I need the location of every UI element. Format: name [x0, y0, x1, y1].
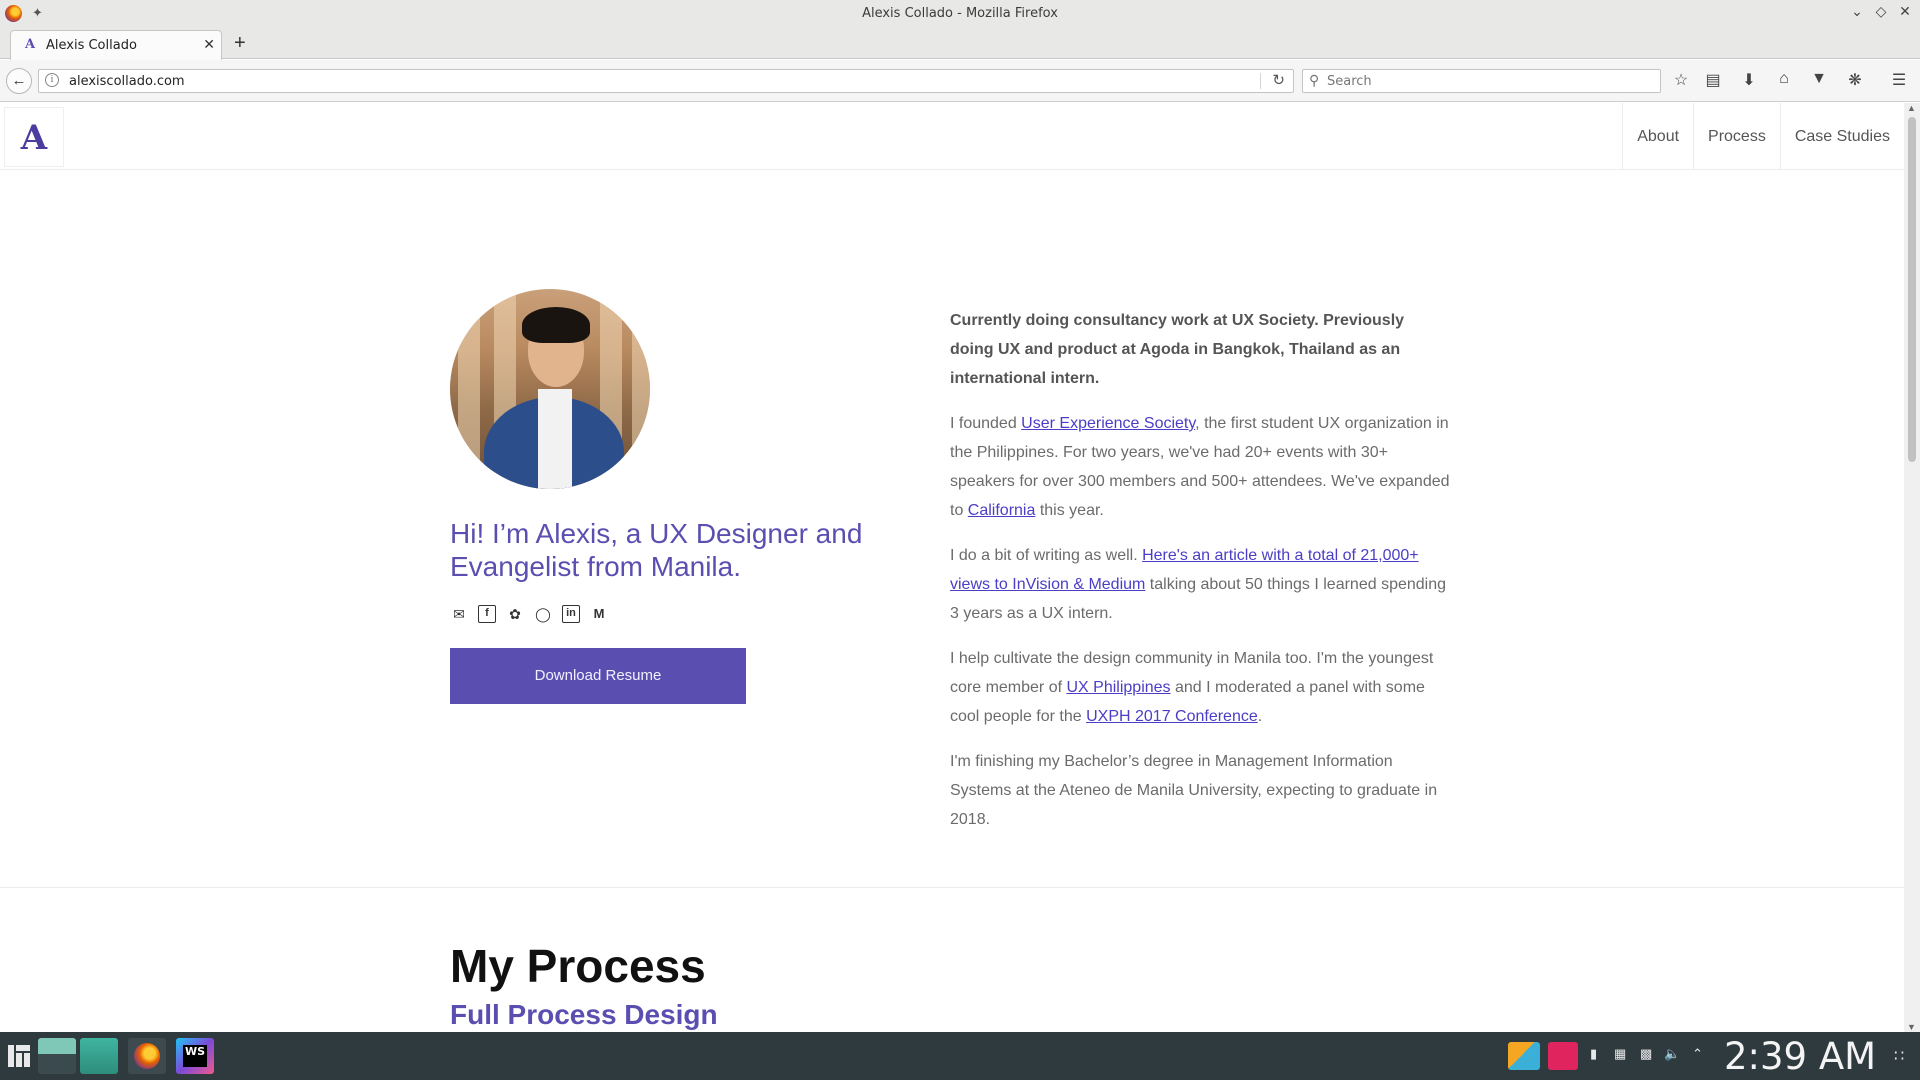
- maximize-icon[interactable]: ◇: [1872, 3, 1890, 20]
- clock[interactable]: 2:39 AM: [1724, 1035, 1876, 1078]
- tab-favicon: A: [25, 37, 36, 52]
- search-placeholder: Search: [1327, 74, 1372, 89]
- dribbble-icon[interactable]: ◯: [534, 605, 552, 623]
- extension-icon[interactable]: ❋: [1844, 70, 1866, 90]
- download-icon[interactable]: ⬇: [1738, 70, 1760, 90]
- tray-bag-icon[interactable]: [1548, 1042, 1578, 1070]
- scrollbar-thumb[interactable]: [1908, 117, 1916, 462]
- url-text[interactable]: alexiscollado.com: [69, 74, 185, 89]
- home-icon[interactable]: ⌂: [1773, 70, 1795, 88]
- window-titlebar: ✦ Alexis Collado - Mozilla Firefox ⌄ ◇ ✕: [0, 0, 1920, 28]
- page-viewport: A About Process Case Studies Hi! I’m Ale…: [0, 103, 1904, 1032]
- app-grid-icon[interactable]: ∷: [1894, 1046, 1904, 1066]
- twitter-icon[interactable]: ✿: [506, 605, 524, 623]
- close-window-icon[interactable]: ✕: [1896, 3, 1914, 20]
- page-scrollbar[interactable]: ▲ ▼: [1904, 103, 1920, 1032]
- webstorm-app-icon[interactable]: WS: [176, 1038, 214, 1074]
- section-divider: [0, 887, 1904, 888]
- link-uxph-2017[interactable]: UXPH 2017 Conference: [1086, 708, 1258, 725]
- scroll-up-icon[interactable]: ▲: [1907, 103, 1916, 113]
- menu-icon[interactable]: ☰: [1888, 70, 1910, 90]
- link-ux-philippines[interactable]: UX Philippines: [1066, 679, 1170, 696]
- facebook-icon[interactable]: f: [478, 605, 496, 623]
- site-info-icon[interactable]: i: [45, 73, 59, 87]
- close-tab-icon[interactable]: ✕: [203, 36, 215, 53]
- tab-label: Alexis Collado: [46, 38, 137, 53]
- firefox-app-icon[interactable]: [128, 1038, 166, 1074]
- network-icon[interactable]: ▦: [1614, 1046, 1626, 1062]
- usb-icon[interactable]: ▮: [1590, 1046, 1597, 1062]
- avatar: [450, 289, 650, 489]
- tab-alexis-collado[interactable]: A Alexis Collado ✕: [10, 30, 222, 60]
- tab-bar: A Alexis Collado ✕ +: [0, 28, 1920, 60]
- search-input[interactable]: ⚲ Search: [1302, 69, 1661, 93]
- reload-icon[interactable]: ↻: [1272, 71, 1285, 89]
- url-bar[interactable]: i alexiscollado.com ↻: [38, 69, 1294, 93]
- medium-icon[interactable]: M: [590, 605, 608, 623]
- clipboard-icon[interactable]: ▩: [1640, 1046, 1652, 1062]
- tray-expand-icon[interactable]: ⌃: [1692, 1046, 1703, 1062]
- social-links: ✉ f ✿ ◯ in M: [450, 605, 870, 623]
- bio-paragraph-community: I help cultivate the design community in…: [950, 650, 1434, 725]
- volume-icon[interactable]: 🔈: [1664, 1046, 1680, 1062]
- url-separator: [1260, 73, 1261, 89]
- link-california[interactable]: California: [968, 502, 1036, 519]
- hero-greeting: Hi! I’m Alexis, a UX Designer and Evange…: [450, 518, 863, 582]
- hero-section: Hi! I’m Alexis, a UX Designer and Evange…: [450, 289, 870, 704]
- nav-about[interactable]: About: [1622, 103, 1693, 170]
- site-logo[interactable]: A: [4, 107, 64, 167]
- bookmark-star-icon[interactable]: ☆: [1670, 70, 1692, 90]
- process-subtitle: Full Process Design: [450, 999, 718, 1030]
- bio-paragraph-founding: I founded User Experience Society, the f…: [950, 415, 1450, 519]
- download-resume-button[interactable]: Download Resume: [450, 648, 746, 704]
- mail-icon[interactable]: ✉: [450, 605, 468, 623]
- nav-process[interactable]: Process: [1693, 103, 1780, 170]
- bio-paragraph-education: I'm finishing my Bachelor’s degree in Ma…: [950, 753, 1438, 828]
- reading-list-icon[interactable]: ▤: [1702, 70, 1724, 90]
- site-nav: About Process Case Studies: [1622, 103, 1904, 170]
- link-user-experience-society[interactable]: User Experience Society: [1021, 415, 1195, 432]
- start-menu-icon[interactable]: [8, 1045, 30, 1067]
- process-title: My Process: [450, 940, 706, 992]
- taskbar: WS ▮ ▦ ▩ 🔈 ⌃ 2:39 AM ∷: [0, 1032, 1920, 1080]
- nav-toolbar: ← i alexiscollado.com ↻ ⚲ Search ☆ ▤ ⬇ ⌂…: [0, 60, 1920, 102]
- files-app-icon[interactable]: [80, 1038, 118, 1074]
- tray-app-icon[interactable]: [1508, 1042, 1540, 1070]
- new-tab-icon[interactable]: +: [234, 32, 246, 55]
- scroll-down-icon[interactable]: ▼: [1907, 1022, 1916, 1032]
- bio-lead: Currently doing consultancy work at UX S…: [950, 312, 1405, 387]
- site-header: A About Process Case Studies: [0, 103, 1904, 170]
- bio-section: Currently doing consultancy work at UX S…: [950, 306, 1450, 850]
- window-title: Alexis Collado - Mozilla Firefox: [862, 6, 1058, 21]
- minimize-icon[interactable]: ⌄: [1848, 3, 1866, 20]
- search-icon: ⚲: [1309, 72, 1320, 88]
- back-arrow-icon[interactable]: ←: [6, 68, 32, 94]
- nav-case-studies[interactable]: Case Studies: [1779, 103, 1904, 170]
- linkedin-icon[interactable]: in: [562, 605, 580, 623]
- bio-paragraph-writing: I do a bit of writing as well. Here's an…: [950, 547, 1447, 622]
- pocket-icon[interactable]: ▼: [1808, 70, 1830, 88]
- desktop-app-icon[interactable]: [38, 1038, 76, 1074]
